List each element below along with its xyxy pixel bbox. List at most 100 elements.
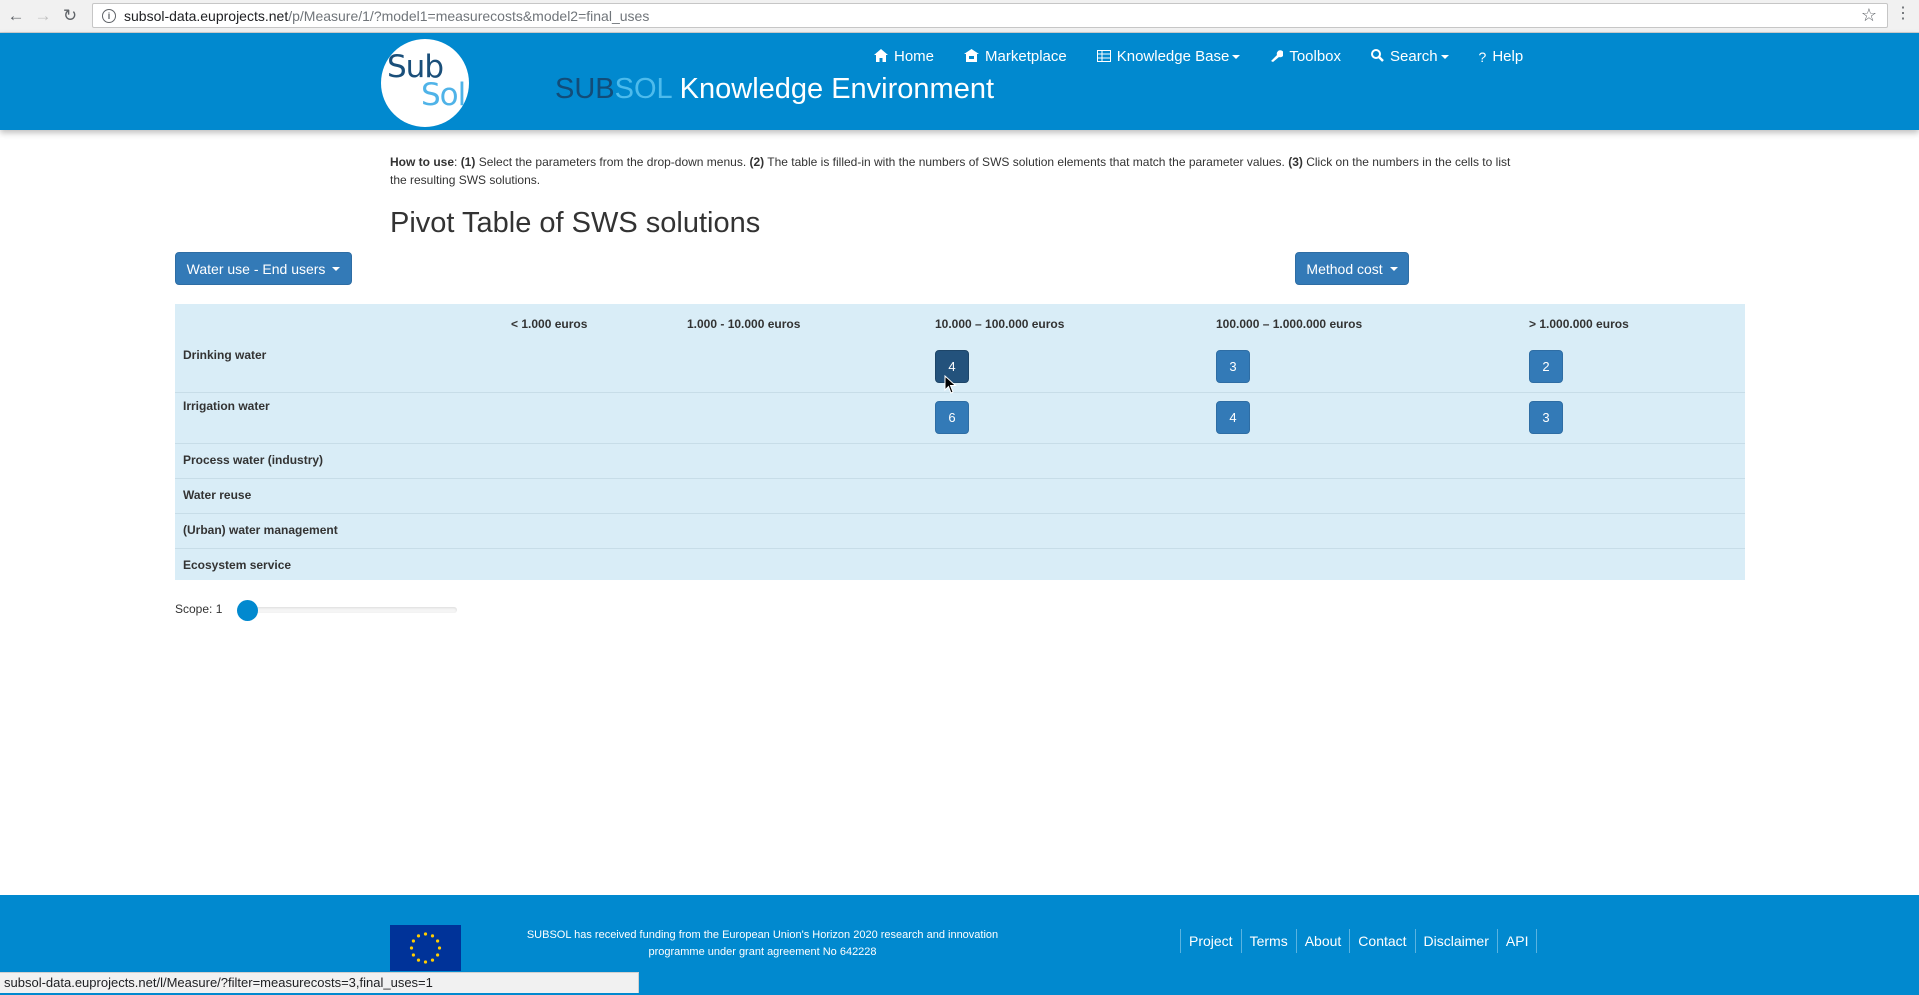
eu-star <box>423 932 428 936</box>
main-nav: Home Marketplace Knowledge Base Toolbox … <box>874 48 1553 65</box>
scope-label: Scope: 1 <box>175 602 223 616</box>
browser-toolbar: ← → ↻ i subsol-data.euprojects.net/p/Mea… <box>0 0 1919 33</box>
eu-star <box>430 934 435 938</box>
nav-marketplace[interactable]: Marketplace <box>964 48 1067 65</box>
row-label: Water reuse <box>183 488 252 502</box>
title-rest: Knowledge Environment <box>671 73 995 105</box>
address-bar[interactable]: i subsol-data.euprojects.net/p/Measure/1… <box>92 3 1888 28</box>
eu-star <box>436 939 440 943</box>
nav-search-label: Search <box>1390 48 1438 65</box>
footer-link-about[interactable]: About <box>1295 929 1350 953</box>
footer-link-api[interactable]: API <box>1496 929 1538 953</box>
forward-icon[interactable]: → <box>32 5 54 27</box>
howto-step2: The table is filled-in with the numbers … <box>764 155 1289 169</box>
row-separator <box>175 443 1745 444</box>
chevron-down-icon <box>332 266 341 271</box>
question-icon: ? <box>1478 48 1487 65</box>
title-sol: SOL <box>614 73 672 105</box>
table-icon <box>1096 49 1111 65</box>
page-title: Pivot Table of SWS solutions <box>390 207 761 239</box>
footer-links: Project Terms About Contact Disclaimer A… <box>1180 929 1538 953</box>
shop-icon <box>964 48 980 65</box>
scope-slider-handle[interactable] <box>237 600 258 621</box>
nav-help[interactable]: ? Help <box>1479 48 1524 65</box>
eu-star <box>416 958 421 962</box>
howto-step2-num: (2) <box>749 155 765 169</box>
eu-star <box>423 960 428 964</box>
wrench-icon <box>1270 49 1285 65</box>
howto-step1: Select the parameters from the drop-down… <box>475 155 750 169</box>
eu-star <box>411 939 415 943</box>
nav-toolbox-label: Toolbox <box>1289 48 1342 65</box>
browser-menu-icon[interactable]: ⋮ <box>1895 6 1911 22</box>
model2-dropdown-button[interactable]: Method cost <box>1295 252 1409 285</box>
site-title: SUBSOL Knowledge Environment <box>555 73 994 106</box>
site-header: Sub Sol SUBSOL Knowledge Environment Hom… <box>0 33 1919 130</box>
footer-link-disclaimer[interactable]: Disclaimer <box>1414 929 1497 953</box>
pivot-count-button[interactable]: 3 <box>1216 350 1250 383</box>
eu-star <box>430 958 435 962</box>
pivot-count-button[interactable]: 4 <box>1216 401 1250 434</box>
pivot-count-button[interactable]: 2 <box>1529 350 1563 383</box>
nav-help-label: Help <box>1492 48 1524 65</box>
row-label: (Urban) water management <box>183 523 338 537</box>
home-icon <box>874 48 888 65</box>
model2-label: Method cost <box>1306 260 1383 277</box>
info-icon[interactable]: i <box>102 8 116 23</box>
eu-star <box>411 953 415 957</box>
reload-icon[interactable]: ↻ <box>59 5 81 27</box>
row-label: Drinking water <box>183 348 267 362</box>
row-label: Ecosystem service <box>183 558 292 572</box>
row-label: Irrigation water <box>183 399 270 413</box>
nav-knowledge-base-label: Knowledge Base <box>1116 48 1230 65</box>
eu-star <box>416 934 421 938</box>
funding-text: SUBSOL has received funding from the Eur… <box>526 929 999 958</box>
column-header: 100.000 – 1.000.000 euros <box>1216 317 1363 331</box>
nav-home-label: Home <box>894 48 935 65</box>
howto-step3-num: (3) <box>1288 155 1303 169</box>
scope-slider-track[interactable] <box>245 607 457 613</box>
pivot-count-button[interactable]: 3 <box>1529 401 1563 434</box>
row-separator <box>175 548 1745 549</box>
subsol-logo[interactable]: Sub Sol <box>381 39 469 127</box>
footer-link-contact[interactable]: Contact <box>1349 929 1414 953</box>
footer-link-project[interactable]: Project <box>1180 929 1241 953</box>
howto-label: How to use <box>390 155 455 169</box>
row-label: Process water (industry) <box>183 453 324 467</box>
chevron-down-icon <box>1232 54 1241 59</box>
pivot-table: < 1.000 euros 1.000 - 10.000 euros 10.00… <box>175 304 1745 580</box>
eu-flag-icon <box>390 925 461 971</box>
url-domain: subsol-data.euprojects.net <box>124 7 289 24</box>
nav-home[interactable]: Home <box>874 48 934 65</box>
pivot-count-button[interactable]: 6 <box>935 401 969 434</box>
row-separator <box>175 478 1745 479</box>
nav-marketplace-label: Marketplace <box>985 48 1067 65</box>
nav-toolbox[interactable]: Toolbox <box>1270 48 1341 65</box>
back-icon[interactable]: ← <box>5 5 27 27</box>
title-sub: SUB <box>555 73 615 105</box>
footer-link-terms[interactable]: Terms <box>1240 929 1296 953</box>
logo-sol-text: Sol <box>421 77 466 113</box>
eu-star <box>409 946 414 950</box>
eu-star <box>436 953 440 957</box>
chevron-down-icon <box>1389 266 1398 271</box>
howto-step1-num: (1) <box>460 155 476 169</box>
how-to-use-text: How to use: (1) Select the parameters fr… <box>390 155 1511 187</box>
nav-search[interactable]: Search <box>1371 48 1449 65</box>
column-header: < 1.000 euros <box>511 317 588 331</box>
eu-star <box>437 946 442 950</box>
chevron-down-icon <box>1440 54 1449 59</box>
status-bar-url: subsol-data.euprojects.net/l/Measure/?fi… <box>0 972 639 993</box>
search-icon <box>1371 48 1384 65</box>
model1-dropdown-button[interactable]: Water use - End users <box>175 252 352 285</box>
bookmark-star-icon[interactable]: ☆ <box>1861 5 1877 26</box>
row-separator <box>175 392 1745 393</box>
column-header: 10.000 – 100.000 euros <box>935 317 1065 331</box>
url-path: /p/Measure/1/?model1=measurecosts&model2… <box>288 7 650 24</box>
mouse-cursor-icon <box>944 375 957 394</box>
model1-label: Water use - End users <box>186 260 326 277</box>
column-header: > 1.000.000 euros <box>1529 317 1629 331</box>
nav-knowledge-base[interactable]: Knowledge Base <box>1096 48 1241 65</box>
row-separator <box>175 513 1745 514</box>
column-header: 1.000 - 10.000 euros <box>687 317 801 331</box>
